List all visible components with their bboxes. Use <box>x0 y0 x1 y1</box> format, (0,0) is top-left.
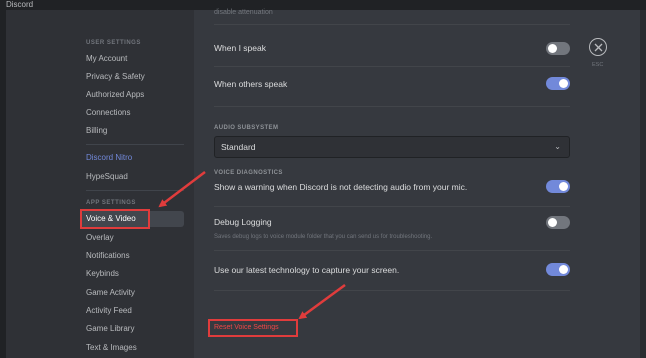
user-settings-header: USER SETTINGS <box>86 40 141 46</box>
when-others-speak-toggle[interactable] <box>546 77 570 90</box>
when-i-speak-toggle[interactable] <box>546 42 570 55</box>
screen-capture-label: Use our latest technology to capture you… <box>214 265 400 275</box>
voice-video-settings-panel: disable attenuation When I speak When ot… <box>194 9 640 358</box>
when-i-speak-label: When I speak <box>214 43 266 53</box>
esc-label: ESC <box>592 62 604 68</box>
divider <box>214 206 570 207</box>
audio-subsystem-select[interactable]: Standard ⌄ <box>214 136 570 158</box>
sidebar-item-connections[interactable]: Connections <box>80 105 184 121</box>
divider <box>214 24 570 25</box>
sidebar-item-text-images[interactable]: Text & Images <box>80 340 184 356</box>
toggle-knob <box>559 79 568 88</box>
sidebar-item-game-library[interactable]: Game Library <box>80 321 184 337</box>
debug-logging-toggle[interactable] <box>546 216 570 229</box>
toggle-knob <box>559 265 568 274</box>
divider <box>214 106 570 107</box>
annotation-highlight-box <box>80 209 150 229</box>
sidebar-item-billing[interactable]: Billing <box>80 123 184 139</box>
sidebar-item-my-account[interactable]: My Account <box>80 51 184 67</box>
divider <box>214 66 570 67</box>
debug-logging-label: Debug Logging <box>214 217 272 227</box>
toggle-knob <box>548 44 557 53</box>
sidebar-item-authorized-apps[interactable]: Authorized Apps <box>80 87 184 103</box>
close-icon <box>594 43 603 52</box>
close-button[interactable] <box>589 38 607 56</box>
sidebar-item-keybinds[interactable]: Keybinds <box>80 266 184 282</box>
toggle-knob <box>548 218 557 227</box>
attenuation-description: disable attenuation <box>214 9 273 16</box>
divider <box>214 290 570 291</box>
debug-logging-description: Saves debug logs to voice module folder … <box>214 234 433 240</box>
right-edge <box>640 10 646 358</box>
app-settings-header: APP SETTINGS <box>86 200 136 206</box>
annotation-highlight-box <box>208 319 298 337</box>
chevron-down-icon: ⌄ <box>554 142 561 151</box>
voice-diagnostics-header: VOICE DIAGNOSTICS <box>214 170 283 176</box>
voice-diagnostics-toggle[interactable] <box>546 180 570 193</box>
audio-subsystem-header: AUDIO SUBSYSTEM <box>214 125 279 131</box>
divider <box>214 250 570 251</box>
sidebar-divider <box>86 190 184 191</box>
audio-subsystem-value: Standard <box>221 142 256 152</box>
sidebar-item-privacy-safety[interactable]: Privacy & Safety <box>80 69 184 85</box>
sidebar-item-overlay[interactable]: Overlay <box>80 230 184 246</box>
screen-capture-toggle[interactable] <box>546 263 570 276</box>
sidebar-item-hypesquad[interactable]: HypeSquad <box>80 169 184 185</box>
sidebar-item-activity-feed[interactable]: Activity Feed <box>80 303 184 319</box>
sidebar-item-game-activity[interactable]: Game Activity <box>80 285 184 301</box>
sidebar-item-notifications[interactable]: Notifications <box>80 248 184 264</box>
sidebar-item-discord-nitro[interactable]: Discord Nitro <box>80 150 184 166</box>
voice-diagnostics-label: Show a warning when Discord is not detec… <box>214 182 468 192</box>
sidebar-divider <box>86 144 184 145</box>
settings-sidebar: USER SETTINGS My Account Privacy & Safet… <box>6 10 194 358</box>
toggle-knob <box>559 182 568 191</box>
when-others-speak-label: When others speak <box>214 79 288 89</box>
